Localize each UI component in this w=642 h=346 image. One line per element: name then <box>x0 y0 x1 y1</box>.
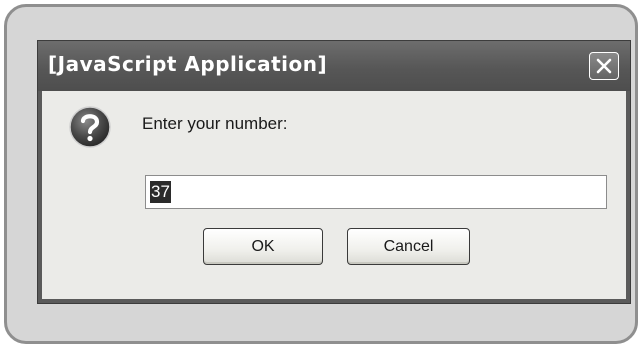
input-selected-text: 37 <box>150 181 171 203</box>
cancel-button[interactable]: Cancel <box>347 228 470 265</box>
close-icon <box>596 58 612 74</box>
question-icon <box>69 106 111 148</box>
ok-button[interactable]: OK <box>203 228 323 265</box>
prompt-label: Enter your number: <box>142 114 288 133</box>
dialog-title: [JavaScript Application] <box>48 52 328 76</box>
number-input[interactable] <box>145 175 607 209</box>
screenshot-frame: [JavaScript Application] Enter your numb… <box>4 4 638 344</box>
dialog-titlebar[interactable]: [JavaScript Application] <box>38 41 630 91</box>
dialog-body: Enter your number: 37 OK Cancel <box>42 91 626 299</box>
close-button[interactable] <box>589 52 619 80</box>
prompt-dialog: [JavaScript Application] Enter your numb… <box>37 40 631 304</box>
